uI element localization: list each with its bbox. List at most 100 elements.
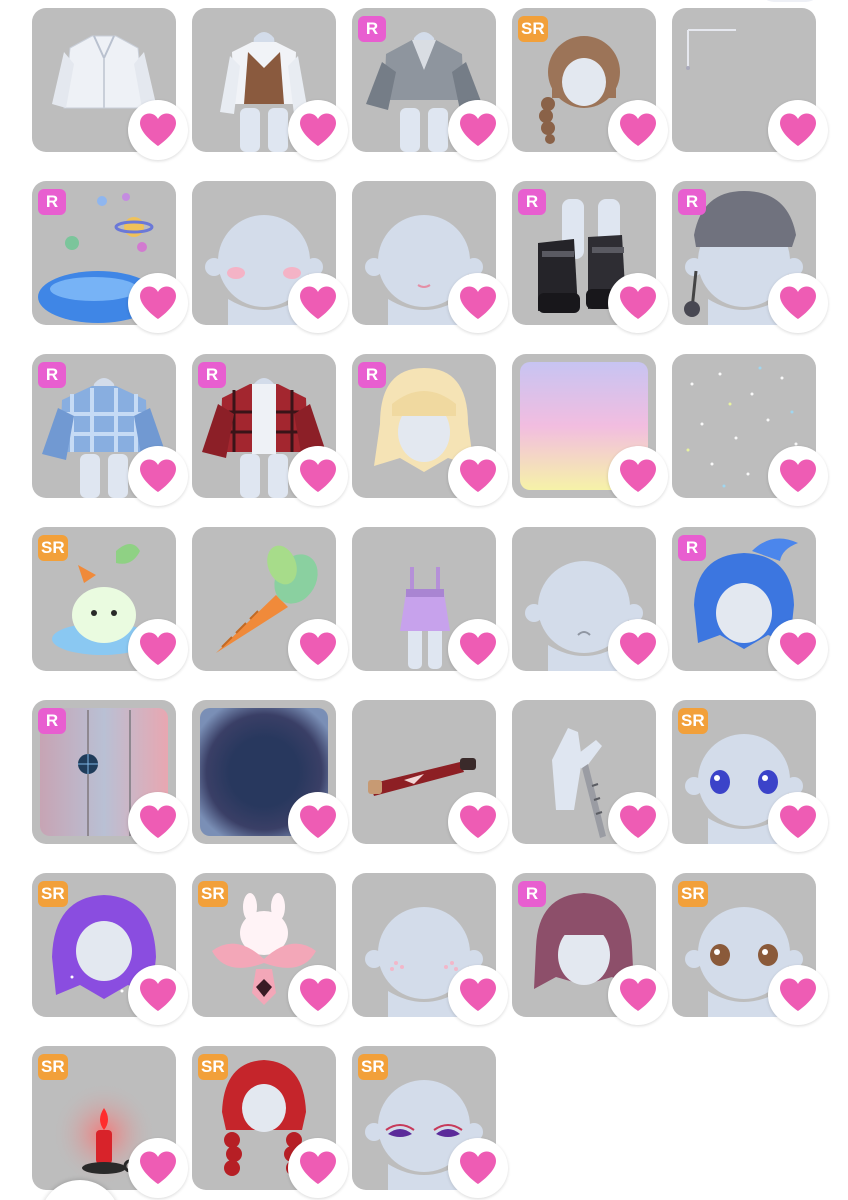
favorite-button[interactable] (448, 965, 508, 1025)
item-card-red-pipe[interactable] (352, 700, 508, 852)
favorite-button[interactable] (768, 273, 828, 333)
favorite-button[interactable] (128, 792, 188, 852)
heart-icon (458, 631, 498, 667)
favorite-button[interactable] (128, 965, 188, 1025)
heart-icon (778, 631, 818, 667)
item-card-sparkle-cheeks-face[interactable] (352, 873, 508, 1025)
favorite-button[interactable] (448, 273, 508, 333)
favorite-button[interactable] (768, 792, 828, 852)
favorite-button[interactable] (128, 1138, 188, 1198)
rarity-badge: R (678, 535, 706, 561)
item-card-brown-eyes-face[interactable]: SR (672, 873, 828, 1025)
favorite-button[interactable] (448, 619, 508, 679)
item-card-frown-face[interactable] (512, 527, 668, 679)
item-card-blue-ponytail-hair[interactable]: R (672, 527, 828, 679)
favorite-button[interactable] (128, 100, 188, 160)
rarity-badge: SR (198, 881, 228, 907)
favorite-button[interactable] (768, 965, 828, 1025)
item-card-blue-plaid-jacket[interactable]: R (32, 354, 188, 506)
heart-icon (778, 112, 818, 148)
rarity-badge: SR (678, 881, 708, 907)
item-card-small-mouth-face[interactable] (352, 181, 508, 333)
favorite-button[interactable] (288, 619, 348, 679)
item-card-grey-jacket[interactable]: R (352, 8, 508, 160)
rarity-badge: R (518, 881, 546, 907)
favorite-button[interactable] (128, 273, 188, 333)
favorite-button[interactable] (288, 273, 348, 333)
heart-icon (138, 1150, 178, 1186)
heart-icon (458, 977, 498, 1013)
rarity-badge: SR (518, 16, 548, 42)
item-card-brown-vest-shirt[interactable] (192, 8, 348, 160)
item-card-dark-vignette[interactable] (192, 700, 348, 852)
item-collection-page: R SR R R R R R R SR R R SR SR SR R SR SR… (0, 0, 848, 1200)
item-card-purple-eyes-face[interactable]: SR (352, 1046, 508, 1198)
heart-icon (298, 804, 338, 840)
favorite-button[interactable] (448, 792, 508, 852)
item-card-black-boots[interactable]: R (512, 181, 668, 333)
item-card-carrot[interactable] (192, 527, 348, 679)
item-card-purple-galaxy-hair[interactable]: SR (32, 873, 188, 1025)
favorite-button[interactable] (608, 619, 668, 679)
heart-icon (298, 285, 338, 321)
item-card-mauve-bob-hair[interactable]: R (512, 873, 668, 1025)
item-card-disco-room[interactable]: R (32, 700, 188, 852)
heart-icon (298, 977, 338, 1013)
favorite-button[interactable] (768, 446, 828, 506)
rarity-badge: R (358, 16, 386, 42)
rarity-badge: SR (198, 1054, 228, 1080)
heart-icon (458, 458, 498, 494)
item-card-blue-eyes-face[interactable]: SR (672, 700, 828, 852)
favorite-button[interactable] (448, 446, 508, 506)
favorite-button[interactable] (608, 100, 668, 160)
favorite-button[interactable] (448, 100, 508, 160)
heart-icon (298, 631, 338, 667)
favorite-button[interactable] (288, 1138, 348, 1198)
favorite-button[interactable] (608, 965, 668, 1025)
item-card-purple-overall-skirt[interactable] (352, 527, 508, 679)
item-card-sparkle-line[interactable] (672, 8, 828, 160)
item-card-sparkle-field[interactable] (672, 354, 828, 506)
heart-icon (778, 977, 818, 1013)
heart-icon (138, 458, 178, 494)
item-card-red-braids-hair[interactable]: SR (192, 1046, 348, 1198)
favorite-button[interactable] (448, 1138, 508, 1198)
item-card-white-shirt[interactable] (32, 8, 188, 160)
item-card-red-candle[interactable]: SR (32, 1046, 188, 1198)
heart-icon (138, 977, 178, 1013)
heart-icon (778, 804, 818, 840)
rarity-badge: R (518, 189, 546, 215)
item-card-brown-braid-hair[interactable]: SR (512, 8, 668, 160)
heart-icon (618, 631, 658, 667)
item-card-carrot-creature[interactable]: SR (32, 527, 188, 679)
item-card-red-plaid-jacket[interactable]: R (192, 354, 348, 506)
heart-icon (618, 804, 658, 840)
item-card-pastel-gradient[interactable] (512, 354, 668, 506)
item-grid: R SR R R R R R R SR R R SR SR SR R SR SR… (32, 8, 828, 1198)
favorite-button[interactable] (288, 100, 348, 160)
item-card-blush-face[interactable] (192, 181, 348, 333)
top-tab-edge (760, 0, 820, 2)
favorite-button[interactable] (768, 100, 828, 160)
heart-icon (138, 631, 178, 667)
item-card-blonde-hair[interactable]: R (352, 354, 508, 506)
heart-icon (458, 804, 498, 840)
favorite-button[interactable] (288, 446, 348, 506)
favorite-button[interactable] (608, 273, 668, 333)
favorite-button[interactable] (288, 792, 348, 852)
favorite-button[interactable] (128, 446, 188, 506)
item-card-bunny-bow[interactable]: SR (192, 873, 348, 1025)
rarity-badge: SR (38, 881, 68, 907)
favorite-button[interactable] (608, 446, 668, 506)
rarity-badge: R (38, 189, 66, 215)
favorite-button[interactable] (608, 792, 668, 852)
favorite-button[interactable] (128, 619, 188, 679)
heart-icon (778, 458, 818, 494)
item-card-grey-beanie[interactable]: R (672, 181, 828, 333)
favorite-button[interactable] (288, 965, 348, 1025)
heart-icon (778, 285, 818, 321)
item-card-blue-blob-planets[interactable]: R (32, 181, 188, 333)
favorite-button[interactable] (768, 619, 828, 679)
item-card-glove-blade[interactable] (512, 700, 668, 852)
rarity-badge: R (38, 362, 66, 388)
